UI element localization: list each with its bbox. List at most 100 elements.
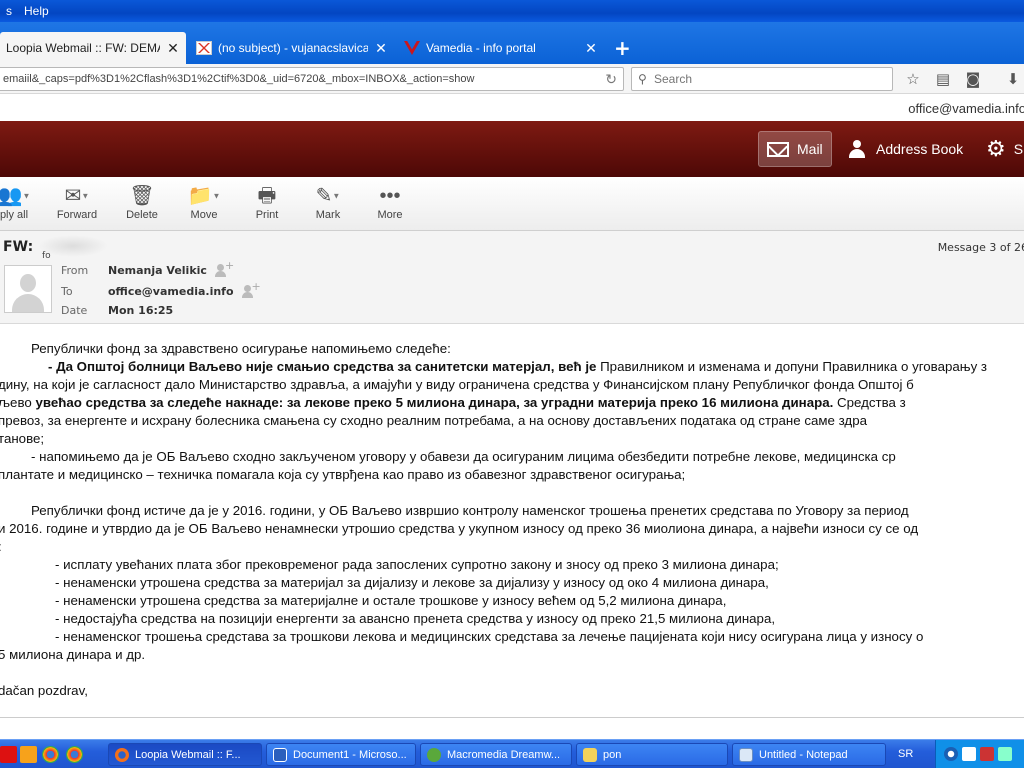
taskbar-label: Document1 - Microso... bbox=[293, 748, 407, 761]
printer-icon: 🖶 bbox=[257, 185, 277, 207]
search-input[interactable] bbox=[654, 71, 884, 87]
list-item: - недостајућа средства на позицији енерг… bbox=[55, 611, 776, 626]
tray-app-icon[interactable] bbox=[944, 747, 958, 761]
tab-vamedia[interactable]: Vamedia - info portal ✕ bbox=[398, 32, 604, 64]
forward-button[interactable]: ✉▼ Forward bbox=[47, 183, 107, 221]
from-value[interactable]: Nemanja Velikic bbox=[108, 264, 207, 277]
download-icon[interactable]: ⬇ bbox=[1004, 70, 1022, 88]
message-body: Републички фонд за здравствено осигурање… bbox=[0, 325, 1024, 717]
folder-icon: 📁▼ bbox=[187, 185, 221, 207]
more-button[interactable]: ••• More bbox=[360, 183, 420, 221]
body-line: превоз, за енергенте и исхрану болесника… bbox=[0, 413, 867, 428]
ellipsis-icon: ••• bbox=[379, 185, 401, 207]
body-line: дину, на који је сагласност дало Министа… bbox=[0, 377, 914, 392]
body-line: 5 милиона динара и др. bbox=[0, 647, 146, 662]
tab-loopia-webmail[interactable]: Loopia Webmail :: FW: DEMANT ✕ bbox=[0, 32, 186, 64]
move-button[interactable]: 📁▼ Move bbox=[174, 183, 234, 221]
nav-settings[interactable]: ⚙ S bbox=[978, 131, 1024, 167]
bookmark-star-icon[interactable]: ☆ bbox=[904, 70, 922, 88]
folder-icon bbox=[583, 747, 597, 762]
firefox-icon bbox=[115, 747, 129, 762]
taskbar-word[interactable]: Document1 - Microso... bbox=[266, 743, 416, 766]
mail-icon bbox=[767, 141, 789, 157]
notepad-icon bbox=[739, 747, 753, 762]
body-line: Републички фонд истиче да је у 2016. год… bbox=[31, 503, 909, 518]
content-footer bbox=[0, 717, 1024, 739]
taskbar-notepad[interactable]: Untitled - Notepad bbox=[732, 743, 886, 766]
body-line: - напомињемо да је ОБ Ваљево сходно закљ… bbox=[31, 449, 896, 464]
dreamweaver-icon bbox=[427, 747, 441, 762]
to-label: To bbox=[61, 284, 73, 298]
tab-label: (no subject) - vujanacslavica... bbox=[218, 41, 368, 55]
window-titlebar: s Help bbox=[0, 0, 1024, 22]
message-subject: FW: bbox=[3, 239, 34, 255]
close-icon[interactable]: ✕ bbox=[166, 40, 180, 57]
close-icon[interactable]: ✕ bbox=[584, 40, 598, 57]
word-icon bbox=[273, 747, 287, 762]
language-indicator[interactable]: SR bbox=[898, 748, 913, 760]
reply-all-icon: 👥▼ bbox=[0, 185, 31, 207]
print-button[interactable]: 🖶 Print bbox=[237, 183, 297, 221]
body-line: и 2016. године и утврдио да је ОБ Ваљево… bbox=[0, 521, 919, 536]
list-item: - ненаменски утрошена средства за матери… bbox=[55, 593, 727, 608]
add-contact-icon[interactable]: + bbox=[241, 280, 261, 298]
taskbar-dreamweaver[interactable]: Macromedia Dreamw... bbox=[420, 743, 572, 766]
message-counter: Message 3 of 26 bbox=[937, 241, 1024, 254]
sender-avatar bbox=[4, 265, 52, 313]
closing-line: dačan pozdrav, bbox=[0, 683, 88, 698]
pocket-icon[interactable]: ◙ bbox=[964, 70, 982, 88]
start-fragment-icon[interactable] bbox=[0, 746, 17, 763]
chrome-icon[interactable] bbox=[66, 746, 83, 763]
chrome-icon[interactable] bbox=[42, 746, 59, 763]
tab-label: Vamedia - info portal bbox=[426, 41, 536, 55]
new-tab-icon[interactable]: + bbox=[614, 36, 631, 60]
delete-button[interactable]: 🗑 Delete bbox=[112, 183, 172, 221]
url-bar[interactable]: emaiil&_caps=pdf%3D1%2Cflash%3D1%2Ctif%3… bbox=[0, 67, 624, 91]
nav-settings-label: S bbox=[1013, 141, 1024, 157]
reply-all-button[interactable]: 👥▼ ply all bbox=[0, 183, 44, 221]
nav-address-book-label: Address Book bbox=[876, 141, 964, 157]
body-bold-text: - Да Општој болници Ваљево није смањио с… bbox=[48, 359, 597, 374]
forward-label: Forward bbox=[56, 209, 98, 221]
tray-network-icon[interactable] bbox=[962, 747, 976, 761]
date-row: Date Mon 16:25 bbox=[61, 304, 173, 317]
taskbar-firefox[interactable]: Loopia Webmail :: F... bbox=[108, 743, 262, 766]
app-header: Mail Address Book ⚙ S bbox=[0, 121, 1024, 177]
tray-volume-icon[interactable] bbox=[998, 747, 1012, 761]
to-value[interactable]: office@vamedia.info bbox=[108, 285, 234, 298]
menu-item-tools[interactable]: s bbox=[0, 4, 18, 18]
close-icon[interactable]: ✕ bbox=[374, 40, 388, 57]
nav-mail[interactable]: Mail bbox=[758, 131, 832, 167]
bookmarks-list-icon[interactable]: ▤ bbox=[934, 70, 952, 88]
taskbar-label: Untitled - Notepad bbox=[759, 748, 848, 761]
tray-security-icon[interactable] bbox=[980, 747, 994, 761]
to-row: To office@vamedia.info + bbox=[61, 280, 261, 298]
forward-icon: ✉▼ bbox=[64, 185, 90, 207]
search-box[interactable]: ⚲ bbox=[631, 67, 893, 91]
taskbar-label: pon bbox=[603, 748, 622, 761]
quicklaunch-app-icon[interactable] bbox=[20, 746, 37, 763]
body-text: Правилником и изменама и допуни Правилни… bbox=[596, 359, 988, 374]
mark-label: Mark bbox=[315, 209, 341, 221]
url-text: emaiil&_caps=pdf%3D1%2Cflash%3D1%2Ctif%3… bbox=[3, 73, 475, 85]
system-tray bbox=[935, 740, 1024, 768]
menu-item-help[interactable]: Help bbox=[18, 4, 55, 18]
body-line: танове; bbox=[0, 431, 45, 446]
gmail-icon bbox=[196, 41, 212, 55]
more-label: More bbox=[377, 209, 403, 221]
search-icon: ⚲ bbox=[638, 72, 647, 86]
vamedia-icon bbox=[404, 41, 420, 55]
user-strip: office@vamedia.info bbox=[0, 95, 1024, 121]
menu-bar: s Help bbox=[0, 2, 55, 20]
taskbar-folder[interactable]: pon bbox=[576, 743, 728, 766]
body-line: Републички фонд за здравствено осигурање… bbox=[31, 341, 451, 356]
add-contact-icon[interactable]: + bbox=[214, 259, 234, 277]
tab-gmail[interactable]: (no subject) - vujanacslavica... ✕ bbox=[190, 32, 394, 64]
date-value: Mon 16:25 bbox=[108, 304, 174, 317]
body-line: - Да Општој болници Ваљево није смањио с… bbox=[48, 358, 987, 376]
message-toolbar: 👥▼ ply all ✉▼ Forward 🗑 Delete 📁▼ Move 🖶… bbox=[0, 177, 1024, 231]
mark-button[interactable]: ✎▼ Mark bbox=[298, 183, 358, 221]
list-item: - ненаменски утрошена средства за матери… bbox=[55, 575, 769, 590]
reload-icon[interactable]: ↻ bbox=[605, 71, 617, 88]
nav-address-book[interactable]: Address Book bbox=[840, 131, 971, 167]
